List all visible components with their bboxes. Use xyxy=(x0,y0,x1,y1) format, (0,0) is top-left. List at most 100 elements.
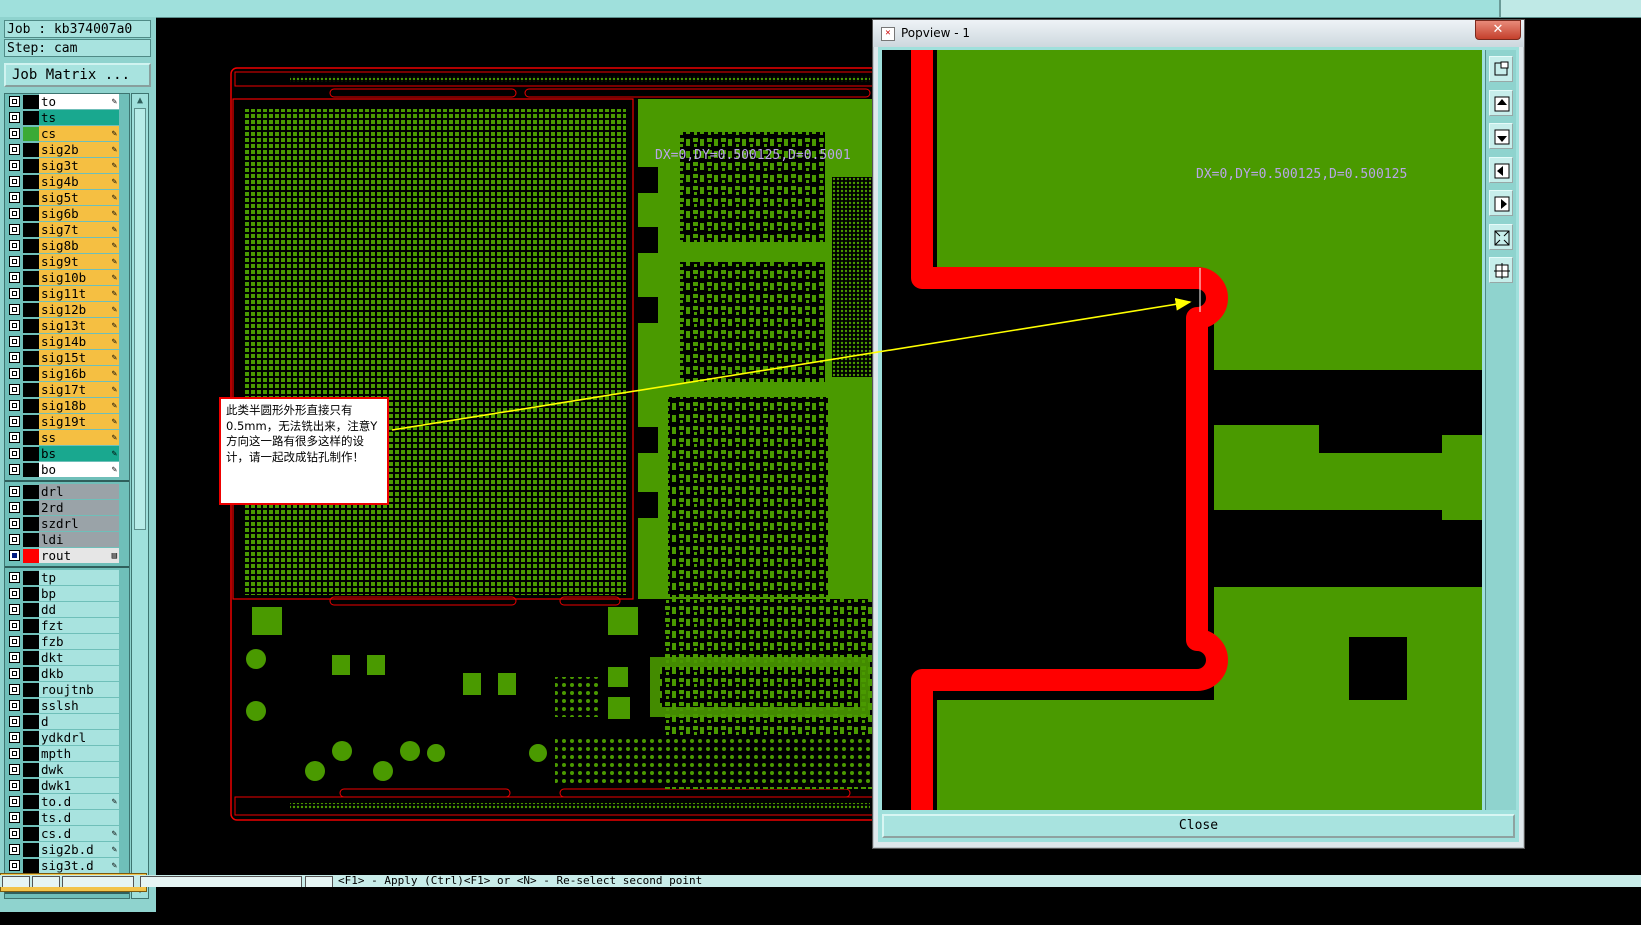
layer-checkbox[interactable] xyxy=(9,336,20,347)
layer-row[interactable]: sig9t ✎ xyxy=(5,254,129,270)
layer-row[interactable]: sig16b ✎ xyxy=(5,366,129,382)
layer-name[interactable]: sig6b ✎ xyxy=(39,206,119,221)
layer-row[interactable]: sig2b.d ✎ xyxy=(5,842,129,858)
layer-color-swatch[interactable] xyxy=(23,603,39,617)
layer-row[interactable]: sig14b ✎ xyxy=(5,334,129,350)
layer-name[interactable]: sig16b ✎ xyxy=(39,366,119,381)
layer-name[interactable]: ts.d xyxy=(39,810,119,825)
layer-name[interactable]: rout ▤ xyxy=(39,548,119,563)
layer-color-swatch[interactable] xyxy=(23,399,39,413)
close-button[interactable]: Close xyxy=(882,814,1515,838)
layer-color-swatch[interactable] xyxy=(23,571,39,585)
layer-checkbox[interactable] xyxy=(9,224,20,235)
layer-name[interactable]: sig10b ✎ xyxy=(39,270,119,285)
scroll-up-arrow-icon[interactable]: ▲ xyxy=(134,95,146,107)
layer-name[interactable]: drl xyxy=(39,484,119,499)
layer-checkbox[interactable] xyxy=(9,112,20,123)
toolbar-cell[interactable] xyxy=(62,876,134,887)
layer-row[interactable]: sig7t ✎ xyxy=(5,222,129,238)
layer-color-swatch[interactable] xyxy=(23,763,39,777)
layer-name[interactable]: fzt xyxy=(39,618,119,633)
layer-checkbox[interactable] xyxy=(9,550,20,561)
layer-row[interactable]: sig3t.d ✎ xyxy=(5,858,129,874)
layer-color-swatch[interactable] xyxy=(23,271,39,285)
layer-checkbox[interactable] xyxy=(9,764,20,775)
layer-name[interactable]: to.d ✎ xyxy=(39,794,119,809)
toolbar-cell[interactable] xyxy=(305,876,333,887)
layer-name[interactable]: mpth xyxy=(39,746,119,761)
layer-row[interactable]: sig13t ✎ xyxy=(5,318,129,334)
layer-color-swatch[interactable] xyxy=(23,159,39,173)
layer-checkbox[interactable] xyxy=(9,304,20,315)
layer-color-swatch[interactable] xyxy=(23,699,39,713)
layer-checkbox[interactable] xyxy=(9,96,20,107)
layer-row[interactable]: sig11t ✎ xyxy=(5,286,129,302)
layer-checkbox[interactable] xyxy=(9,748,20,759)
layer-checkbox[interactable] xyxy=(9,780,20,791)
layer-checkbox[interactable] xyxy=(9,716,20,727)
layer-color-swatch[interactable] xyxy=(23,795,39,809)
layer-row[interactable]: dkb xyxy=(5,666,129,682)
layer-color-swatch[interactable] xyxy=(23,383,39,397)
layer-checkbox[interactable] xyxy=(9,486,20,497)
layer-checkbox[interactable] xyxy=(9,288,20,299)
layer-checkbox[interactable] xyxy=(9,860,20,871)
layer-row[interactable]: roujtnb xyxy=(5,682,129,698)
pan-up-button[interactable] xyxy=(1489,89,1513,116)
layer-name[interactable]: dkb xyxy=(39,666,119,681)
zoom-fit-button[interactable] xyxy=(1489,223,1513,250)
layer-name[interactable]: to ✎ xyxy=(39,94,119,109)
layer-checkbox[interactable] xyxy=(9,732,20,743)
layer-name[interactable]: sslsh xyxy=(39,698,119,713)
layer-color-swatch[interactable] xyxy=(23,827,39,841)
layer-color-swatch[interactable] xyxy=(23,587,39,601)
layer-checkbox[interactable] xyxy=(9,812,20,823)
layer-name[interactable]: dd xyxy=(39,602,119,617)
layer-name[interactable]: bs ✎ xyxy=(39,446,119,461)
layer-color-swatch[interactable] xyxy=(23,127,39,141)
layer-row[interactable]: sig6b ✎ xyxy=(5,206,129,222)
layer-row[interactable]: mpth xyxy=(5,746,129,762)
layer-row[interactable]: dkt xyxy=(5,650,129,666)
layer-color-swatch[interactable] xyxy=(23,501,39,515)
layer-color-swatch[interactable] xyxy=(23,335,39,349)
layer-row[interactable]: ldi xyxy=(5,532,129,548)
layer-name[interactable]: ts xyxy=(39,110,119,125)
layer-checkbox[interactable] xyxy=(9,160,20,171)
layer-name[interactable]: cs ✎ xyxy=(39,126,119,141)
layer-checkbox[interactable] xyxy=(9,128,20,139)
layer-name[interactable]: szdrl xyxy=(39,516,119,531)
layer-color-swatch[interactable] xyxy=(23,533,39,547)
layer-name[interactable]: fzb xyxy=(39,634,119,649)
close-icon[interactable]: ✕ xyxy=(1475,20,1521,40)
zoom-home-button[interactable] xyxy=(1489,257,1513,283)
layer-checkbox[interactable] xyxy=(9,352,20,363)
layer-color-swatch[interactable] xyxy=(23,485,39,499)
layer-checkbox[interactable] xyxy=(9,384,20,395)
layer-row[interactable]: sig3t ✎ xyxy=(5,158,129,174)
layer-name[interactable]: sig18b ✎ xyxy=(39,398,119,413)
layer-color-swatch[interactable] xyxy=(23,95,39,109)
layer-checkbox[interactable] xyxy=(9,144,20,155)
layer-color-swatch[interactable] xyxy=(23,517,39,531)
layer-row[interactable]: fzt xyxy=(5,618,129,634)
layer-name[interactable]: sig3t ✎ xyxy=(39,158,119,173)
layer-color-swatch[interactable] xyxy=(23,415,39,429)
layer-row[interactable]: fzb xyxy=(5,634,129,650)
layer-name[interactable]: dkt xyxy=(39,650,119,665)
layer-name[interactable]: d xyxy=(39,714,119,729)
layer-list-scrollbar[interactable]: ▲ ▼ xyxy=(131,93,149,899)
layer-checkbox[interactable] xyxy=(9,320,20,331)
layer-checkbox[interactable] xyxy=(9,620,20,631)
layer-name[interactable]: sig2b ✎ xyxy=(39,142,119,157)
layer-checkbox[interactable] xyxy=(9,192,20,203)
popview-titlebar[interactable]: ✕ Popview - 1 ✕ xyxy=(873,20,1524,47)
layer-name[interactable]: sig14b ✎ xyxy=(39,334,119,349)
layer-name[interactable]: ss ✎ xyxy=(39,430,119,445)
layer-row[interactable]: sig17t ✎ xyxy=(5,382,129,398)
layer-row[interactable]: bs ✎ xyxy=(5,446,129,462)
layer-checkbox[interactable] xyxy=(9,572,20,583)
layer-checkbox[interactable] xyxy=(9,518,20,529)
layer-name[interactable]: dwk xyxy=(39,762,119,777)
layer-name[interactable]: sig9t ✎ xyxy=(39,254,119,269)
